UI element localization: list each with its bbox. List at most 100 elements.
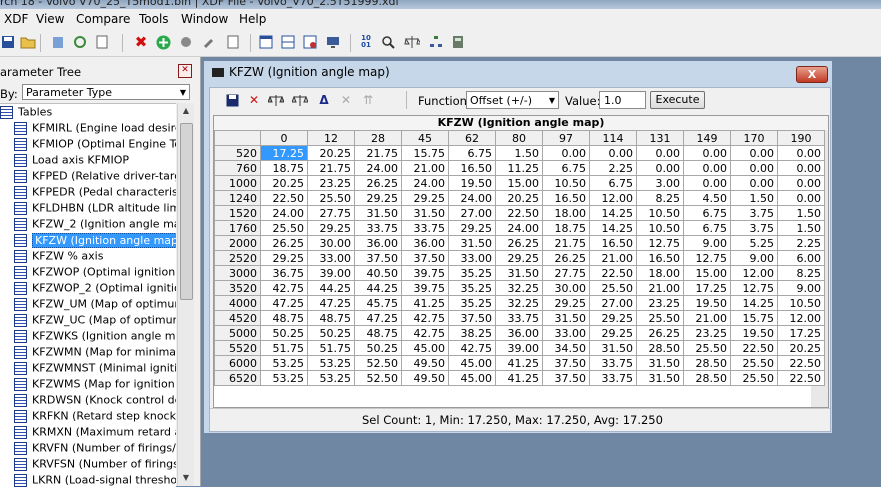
table-cell[interactable]: 37.50: [354, 250, 402, 266]
delta-icon[interactable]: Δ: [316, 92, 332, 108]
column-header[interactable]: 62: [448, 130, 496, 146]
table-cell[interactable]: 11.25: [495, 160, 543, 176]
add-icon[interactable]: [155, 34, 171, 50]
table-cell[interactable]: 52.50: [354, 355, 402, 371]
table-cell[interactable]: 27.00: [589, 295, 637, 311]
table-cell[interactable]: 15.75: [730, 310, 778, 326]
hierarchy-icon[interactable]: [428, 34, 444, 50]
column-header[interactable]: 190: [777, 130, 825, 146]
table-cell[interactable]: 32.25: [495, 280, 543, 296]
table-cell[interactable]: 31.50: [495, 265, 543, 281]
table-cell[interactable]: 1.50: [730, 190, 778, 206]
table-cell[interactable]: 27.75: [307, 205, 355, 221]
table-cell[interactable]: 50.25: [354, 340, 402, 356]
open-folder-icon[interactable]: [20, 34, 36, 50]
table-cell[interactable]: 31.50: [542, 310, 590, 326]
table-cell[interactable]: 33.00: [307, 250, 355, 266]
table-cell[interactable]: 12.00: [730, 265, 778, 281]
tree-item[interactable]: KRVFN (Number of firings/cyl.: [14, 441, 176, 457]
table-cell[interactable]: 34.50: [542, 340, 590, 356]
scroll-up-icon[interactable]: ▲: [178, 103, 194, 119]
table-cell[interactable]: 31.50: [589, 340, 637, 356]
tree-item[interactable]: KRVFSN (Number of firings/cy: [14, 457, 176, 473]
table-cell[interactable]: 53.25: [307, 355, 355, 371]
table-cell[interactable]: 23.25: [636, 295, 684, 311]
table-cell[interactable]: 36.00: [354, 235, 402, 251]
tree-item[interactable]: LKRN (Load-signal threshold k: [14, 473, 176, 487]
row-header[interactable]: 760: [214, 160, 261, 176]
table-cell[interactable]: 30.00: [542, 280, 590, 296]
table-cell[interactable]: 26.25: [495, 235, 543, 251]
table-cell[interactable]: 0.00: [777, 160, 825, 176]
table-cell[interactable]: 39.00: [307, 265, 355, 281]
table-cell[interactable]: 23.25: [683, 325, 731, 341]
table-cell[interactable]: 25.50: [636, 310, 684, 326]
table-cell[interactable]: 41.25: [495, 355, 543, 371]
table-cell[interactable]: 44.25: [307, 280, 355, 296]
column-header[interactable]: 0: [260, 130, 308, 146]
scroll-thumb[interactable]: [180, 123, 193, 300]
table-cell[interactable]: 25.50: [730, 370, 778, 386]
table-cell[interactable]: 14.25: [730, 295, 778, 311]
table-cell[interactable]: 27.75: [542, 265, 590, 281]
table-cell[interactable]: 22.50: [260, 190, 308, 206]
menu-window[interactable]: Window: [181, 12, 228, 26]
table-cell[interactable]: 12.75: [730, 280, 778, 296]
table-cell[interactable]: 6.00: [777, 250, 825, 266]
table-cell[interactable]: 50.25: [260, 325, 308, 341]
column-header[interactable]: 170: [730, 130, 778, 146]
table-cell[interactable]: 31.50: [636, 355, 684, 371]
table-cell[interactable]: 0.00: [777, 145, 825, 161]
table-cell[interactable]: 29.25: [542, 295, 590, 311]
table-cell[interactable]: 33.75: [589, 370, 637, 386]
table-cell[interactable]: 42.75: [448, 340, 496, 356]
table-cell[interactable]: 35.25: [448, 280, 496, 296]
table-cell[interactable]: 12.00: [589, 190, 637, 206]
table-cell[interactable]: 21.75: [354, 145, 402, 161]
table-cell[interactable]: 9.00: [683, 235, 731, 251]
table-cell[interactable]: 33.75: [589, 355, 637, 371]
row-header[interactable]: 4520: [214, 310, 261, 326]
table-cell[interactable]: 30.00: [307, 235, 355, 251]
table-cell[interactable]: 0.00: [777, 190, 825, 206]
table-cell[interactable]: 4.50: [683, 190, 731, 206]
table-cell[interactable]: 29.25: [307, 220, 355, 236]
table-cell[interactable]: 0.00: [730, 175, 778, 191]
table-cell[interactable]: 3.75: [730, 205, 778, 221]
table-cell[interactable]: 18.00: [636, 265, 684, 281]
table-cell[interactable]: 26.25: [636, 325, 684, 341]
table-cell[interactable]: 28.50: [683, 370, 731, 386]
table-cell[interactable]: 24.00: [495, 220, 543, 236]
table-cell[interactable]: 6.75: [589, 175, 637, 191]
tree-item[interactable]: KFMIOP (Optimal Engine Torqu: [14, 137, 176, 153]
table-cell[interactable]: 51.75: [260, 340, 308, 356]
column-header[interactable]: 45: [401, 130, 449, 146]
table-cell[interactable]: 17.25: [683, 280, 731, 296]
table-cell[interactable]: 6.75: [448, 145, 496, 161]
table-cell[interactable]: 0.00: [683, 145, 731, 161]
table-cell[interactable]: 37.50: [542, 370, 590, 386]
table-cell[interactable]: 20.25: [777, 340, 825, 356]
table-cell[interactable]: 33.00: [448, 250, 496, 266]
close-icon[interactable]: ✕: [178, 64, 192, 78]
save-icon[interactable]: [0, 34, 16, 50]
row-header[interactable]: 2000: [214, 235, 261, 251]
table-cell[interactable]: 26.25: [260, 235, 308, 251]
table-cell[interactable]: 40.50: [354, 265, 402, 281]
table-cell[interactable]: 35.25: [448, 295, 496, 311]
table-cell[interactable]: 28.50: [636, 340, 684, 356]
table-cell[interactable]: 15.00: [495, 175, 543, 191]
tree-item[interactable]: KFZWMN (Map for minimal ign: [14, 345, 176, 361]
table-cell[interactable]: 10.50: [777, 295, 825, 311]
table-cell[interactable]: 29.25: [401, 190, 449, 206]
table-cell[interactable]: 19.50: [448, 175, 496, 191]
table-cell[interactable]: 33.75: [354, 220, 402, 236]
table-cell[interactable]: 52.50: [354, 370, 402, 386]
table-cell[interactable]: 18.75: [542, 220, 590, 236]
table-cell[interactable]: 32.25: [495, 295, 543, 311]
refresh-icon[interactable]: [72, 34, 88, 50]
table-cell[interactable]: 24.00: [354, 160, 402, 176]
table-cell[interactable]: 33.75: [495, 310, 543, 326]
table-cell[interactable]: 6.75: [683, 205, 731, 221]
new-document-icon[interactable]: [94, 34, 110, 50]
